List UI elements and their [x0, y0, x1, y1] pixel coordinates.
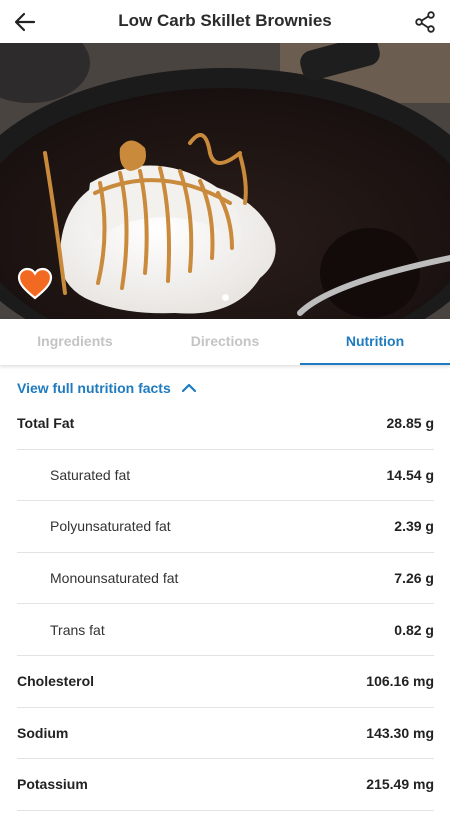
- nutrient-value: 28.85 g: [386, 415, 434, 432]
- nutrition-row-monounsaturated-fat: Monounsaturated fat 7.26 g: [17, 553, 434, 605]
- nutrition-row-saturated-fat: Saturated fat 14.54 g: [17, 450, 434, 502]
- page-title: Low Carb Skillet Brownies: [118, 11, 332, 30]
- nutrition-row-potassium: Potassium 215.49 mg: [17, 759, 434, 811]
- nutrient-label: Saturated fat: [50, 466, 131, 483]
- nutrient-value: 7.26 g: [394, 570, 434, 587]
- nutrient-value: 106.16 mg: [366, 673, 434, 690]
- nutrition-row-trans-fat: Trans fat 0.82 g: [17, 604, 434, 656]
- nutrient-label: Monounsaturated fat: [50, 570, 179, 587]
- tab-directions[interactable]: Directions: [150, 319, 300, 365]
- tab-nutrition[interactable]: Nutrition: [300, 319, 450, 365]
- app-bar: Low Carb Skillet Brownies: [0, 0, 450, 43]
- nutrition-row-polyunsaturated-fat: Polyunsaturated fat 2.39 g: [17, 501, 434, 553]
- nutrient-value: 215.49 mg: [366, 776, 434, 793]
- arrow-left-icon[interactable]: [10, 7, 40, 37]
- tab-bar: Ingredients Directions Nutrition: [0, 319, 450, 365]
- nutrient-label: Sodium: [17, 724, 69, 741]
- nutrient-label: Cholesterol: [17, 673, 95, 690]
- toggle-label: View full nutrition facts: [17, 380, 171, 396]
- chevron-up-icon: [181, 383, 196, 393]
- nutrient-value: 0.82 g: [394, 621, 434, 638]
- tab-ingredients[interactable]: Ingredients: [0, 319, 150, 365]
- nutrient-value: 14.54 g: [386, 466, 434, 483]
- nutrition-row-total-fat: Total Fat 28.85 g: [17, 398, 434, 450]
- nutrient-value: 143.30 mg: [366, 724, 434, 741]
- recipe-photo[interactable]: [0, 43, 450, 319]
- page-indicator: [0, 294, 450, 301]
- nutrient-label: Polyunsaturated fat: [50, 518, 171, 535]
- view-full-nutrition-toggle[interactable]: View full nutrition facts: [17, 376, 197, 400]
- nutrient-label: Trans fat: [50, 621, 105, 638]
- nutrition-row-sodium: Sodium 143.30 mg: [17, 708, 434, 760]
- share-icon[interactable]: [410, 7, 440, 37]
- nutrition-row-cholesterol: Cholesterol 106.16 mg: [17, 656, 434, 708]
- nutrient-value: 2.39 g: [394, 518, 434, 535]
- nutrient-label: Total Fat: [17, 415, 75, 432]
- nutrient-label: Potassium: [17, 776, 88, 793]
- nutrition-list: Total Fat 28.85 g Saturated fat 14.54 g …: [17, 398, 434, 811]
- page-dot: [221, 294, 229, 301]
